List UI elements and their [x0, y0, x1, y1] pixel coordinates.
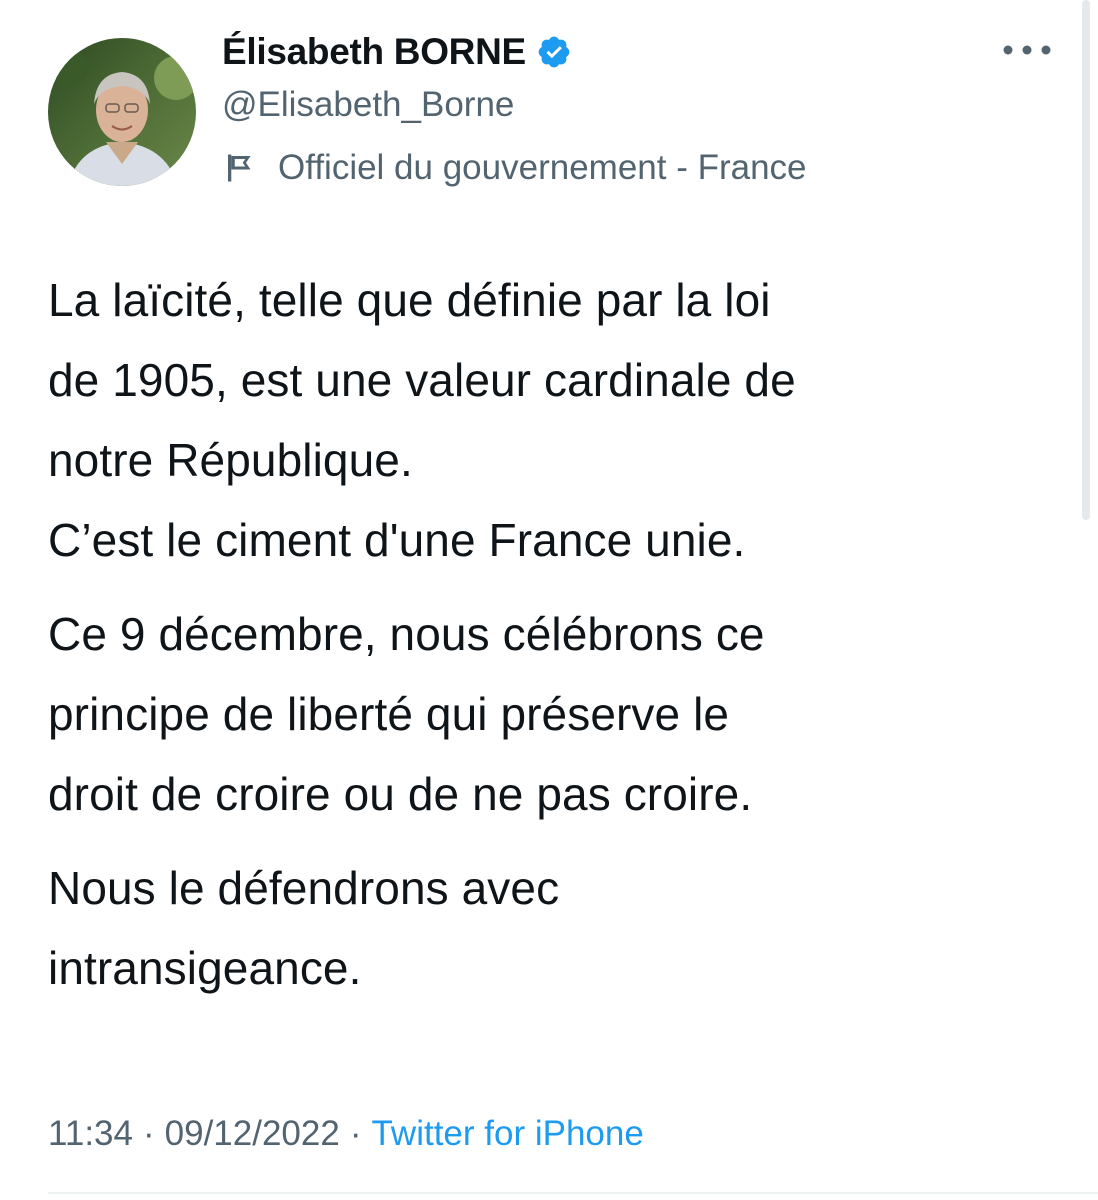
tweet-line: notre République.: [48, 434, 413, 486]
tweet-source-link[interactable]: Twitter for iPhone: [371, 1114, 643, 1153]
tweet-line: Ce 9 décembre, nous célébrons ce: [48, 608, 765, 660]
avatar[interactable]: [48, 38, 196, 186]
affiliation-label: Officiel du gouvernement - France: [222, 142, 807, 194]
tweet-date[interactable]: 09/12/2022: [165, 1114, 340, 1153]
tweet: Élisabeth BORNE @Elisabeth_Borne Officie…: [0, 0, 1098, 1200]
tweet-time[interactable]: 11:34: [48, 1114, 133, 1153]
separator: ·: [349, 1114, 362, 1153]
more-options-icon[interactable]: [1000, 36, 1054, 64]
tweet-line: intransigeance.: [48, 942, 362, 994]
verified-badge-icon: [538, 36, 570, 68]
tweet-line: La laïcité, telle que définie par la loi: [48, 274, 771, 326]
tweet-line: C’est le ciment d'une France unie.: [48, 514, 746, 566]
tweet-paragraph: Ce 9 décembre, nous célébrons ce princip…: [48, 594, 1058, 834]
tweet-text: La laïcité, telle que définie par la loi…: [48, 260, 1058, 1022]
divider: [48, 1192, 1098, 1194]
author-name-row[interactable]: Élisabeth BORNE: [222, 26, 572, 78]
tweet-paragraph: La laïcité, telle que définie par la loi…: [48, 260, 1058, 580]
tweet-line: de 1905, est une valeur cardinale de: [48, 354, 796, 406]
tweet-metadata: 11:34 · 09/12/2022 · Twitter for iPhone: [48, 1108, 644, 1160]
separator: ·: [143, 1114, 155, 1153]
author-handle[interactable]: @Elisabeth_Borne: [222, 80, 514, 130]
display-name[interactable]: Élisabeth BORNE: [222, 26, 526, 78]
government-label: Officiel du gouvernement - France: [278, 148, 807, 187]
tweet-line: droit de croire ou de ne pas croire.: [48, 768, 753, 820]
scrollbar[interactable]: [1082, 0, 1090, 520]
flag-icon: [228, 154, 251, 182]
tweet-paragraph: Nous le défendrons avec intransigeance.: [48, 848, 1058, 1008]
tweet-line: principe de liberté qui préserve le: [48, 688, 730, 740]
tweet-line: Nous le défendrons avec: [48, 862, 560, 914]
